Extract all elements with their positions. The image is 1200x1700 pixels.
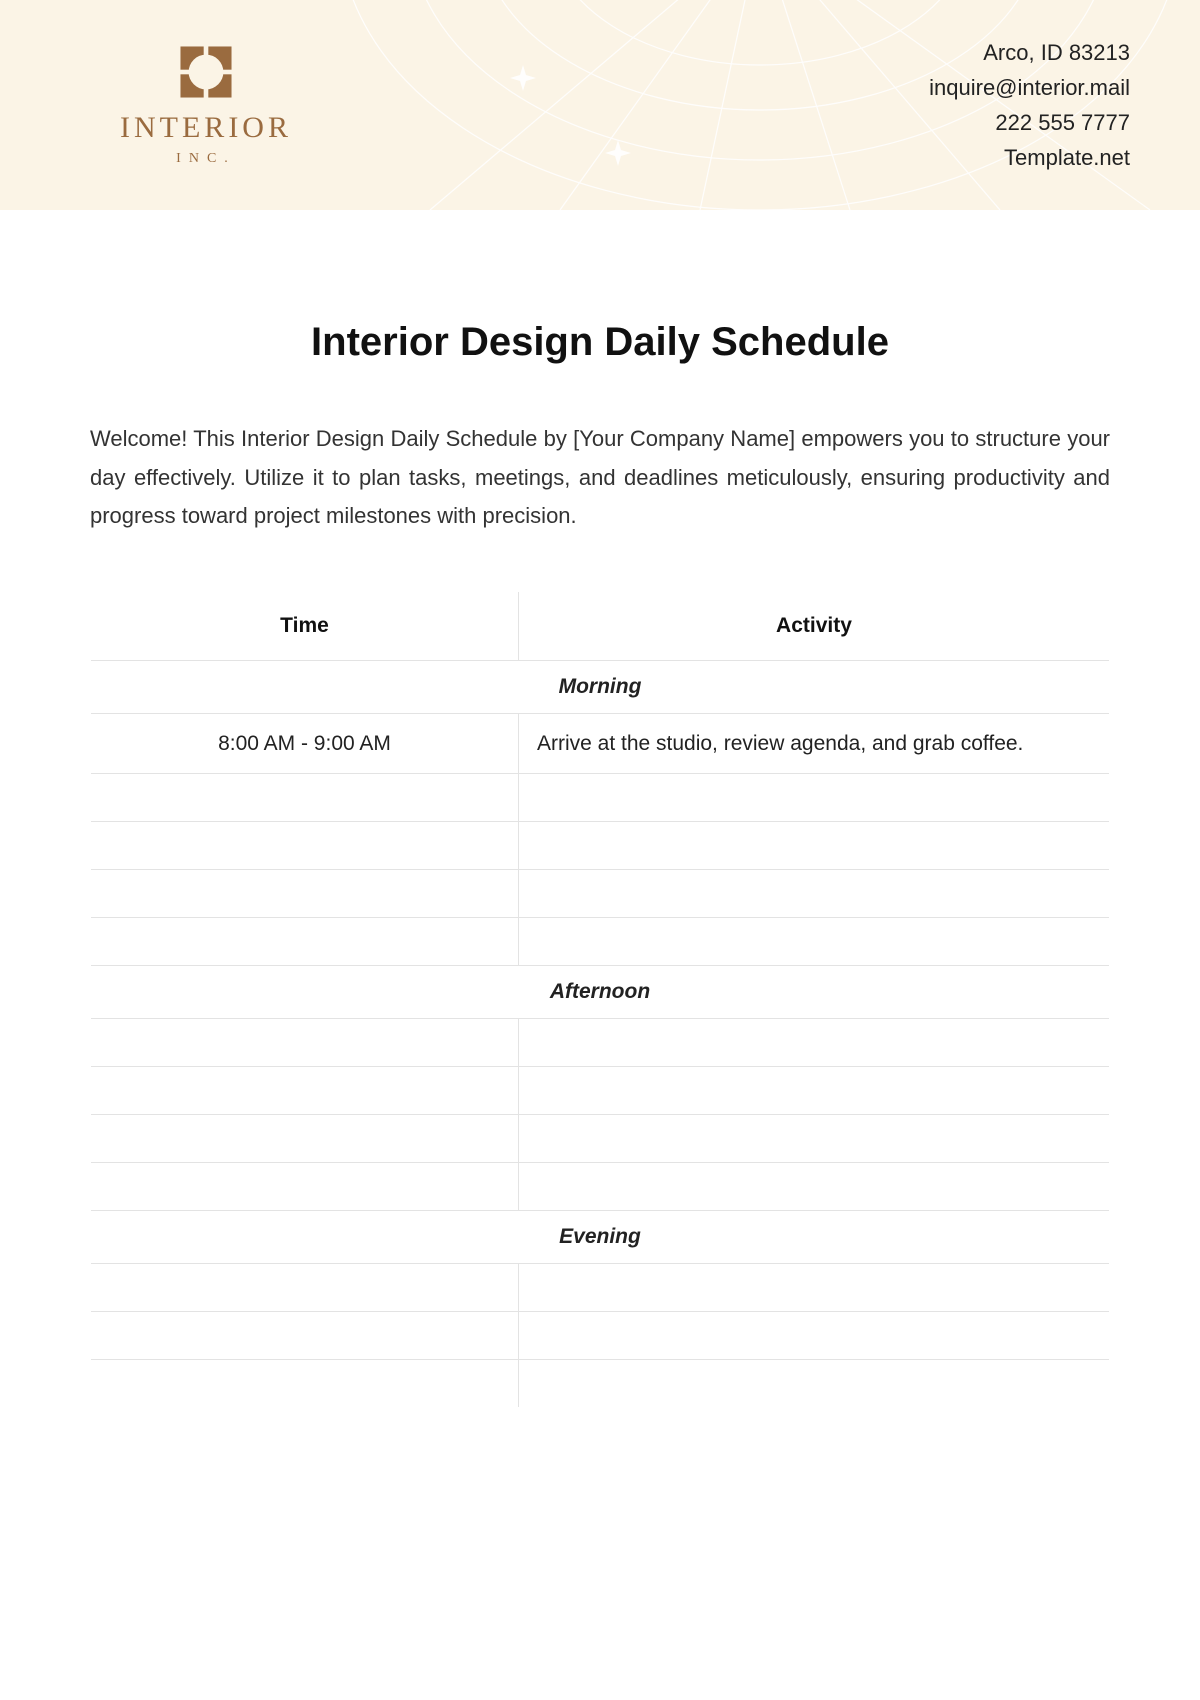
cell-time	[91, 1115, 519, 1163]
section-evening: Evening	[91, 1211, 1110, 1264]
cell-time	[91, 1067, 519, 1115]
contact-site: Template.net	[929, 140, 1130, 175]
cell-activity	[518, 1360, 1109, 1408]
table-row	[91, 1115, 1110, 1163]
cell-time	[91, 1019, 519, 1067]
cell-activity	[518, 1163, 1109, 1211]
page-title: Interior Design Daily Schedule	[90, 320, 1110, 365]
contact-address: Arco, ID 83213	[929, 35, 1130, 70]
cell-activity	[518, 1115, 1109, 1163]
table-row	[91, 774, 1110, 822]
logo-subtext: INC.	[176, 151, 236, 167]
header-time: Time	[91, 591, 519, 660]
cell-activity	[518, 1067, 1109, 1115]
table-row	[91, 1312, 1110, 1360]
cell-activity	[518, 822, 1109, 870]
table-row	[91, 1360, 1110, 1408]
cell-activity	[518, 1312, 1109, 1360]
document-body: Interior Design Daily Schedule Welcome! …	[0, 210, 1200, 1448]
section-afternoon: Afternoon	[91, 966, 1110, 1019]
cell-time	[91, 1264, 519, 1312]
cell-time: 8:00 AM - 9:00 AM	[91, 713, 519, 774]
contact-email: inquire@interior.mail	[929, 70, 1130, 105]
cell-time	[91, 1163, 519, 1211]
table-row	[91, 870, 1110, 918]
cell-time	[91, 822, 519, 870]
cell-time	[91, 1312, 519, 1360]
logo-wordmark: INTERIOR	[120, 111, 292, 145]
table-row	[91, 822, 1110, 870]
cell-activity	[518, 1019, 1109, 1067]
section-label: Evening	[91, 1211, 1110, 1264]
table-header-row: Time Activity	[91, 591, 1110, 660]
cell-activity	[518, 918, 1109, 966]
section-label: Morning	[91, 660, 1110, 713]
table-row	[91, 1264, 1110, 1312]
contact-phone: 222 555 7777	[929, 105, 1130, 140]
intro-paragraph: Welcome! This Interior Design Daily Sche…	[90, 420, 1110, 536]
company-logo: INTERIOR INC.	[120, 43, 292, 167]
contact-block: Arco, ID 83213 inquire@interior.mail 222…	[929, 35, 1130, 176]
cell-time	[91, 774, 519, 822]
schedule-table: Time Activity Morning 8:00 AM - 9:00 AM …	[90, 591, 1110, 1409]
header-activity: Activity	[518, 591, 1109, 660]
logo-icon	[177, 43, 235, 101]
cell-time	[91, 918, 519, 966]
section-label: Afternoon	[91, 966, 1110, 1019]
cell-time	[91, 1360, 519, 1408]
cell-activity: Arrive at the studio, review agenda, and…	[518, 713, 1109, 774]
table-row	[91, 918, 1110, 966]
cell-activity	[518, 1264, 1109, 1312]
cell-time	[91, 870, 519, 918]
table-row	[91, 1163, 1110, 1211]
section-morning: Morning	[91, 660, 1110, 713]
table-row	[91, 1067, 1110, 1115]
cell-activity	[518, 870, 1109, 918]
letterhead-header: INTERIOR INC. Arco, ID 83213 inquire@int…	[0, 0, 1200, 210]
table-row	[91, 1019, 1110, 1067]
table-row: 8:00 AM - 9:00 AM Arrive at the studio, …	[91, 713, 1110, 774]
cell-activity	[518, 774, 1109, 822]
